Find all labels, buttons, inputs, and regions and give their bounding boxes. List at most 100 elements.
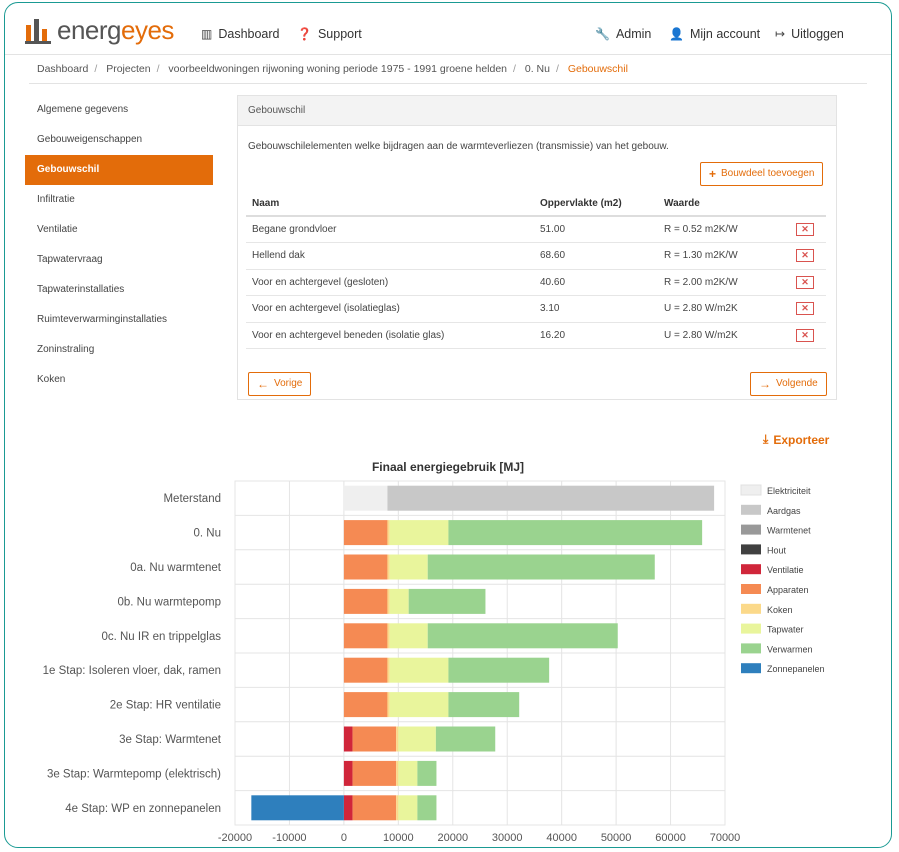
category-label: 2e Stap: HR ventilatie	[110, 700, 221, 712]
row-area: 68.60	[534, 242, 658, 270]
nav-logout-link[interactable]: ↦ Uitloggen	[775, 27, 844, 41]
legend-swatch	[741, 504, 761, 515]
category-label: 0c. Nu IR en trippelglas	[101, 631, 221, 643]
nav-admin-link[interactable]: 🔧 Admin	[595, 27, 651, 41]
x-tick-label: 40000	[546, 832, 577, 844]
bar-segment	[343, 554, 388, 580]
x-tick-label: 30000	[492, 832, 523, 844]
nav-dashboard-label: Dashboard	[218, 27, 280, 41]
breadcrumb-item[interactable]: voorbeeldwoningen rijwoning woning perio…	[168, 63, 507, 75]
row-name: Voor en achtergevel (gesloten)	[246, 269, 534, 296]
legend-label: Apparaten	[767, 585, 809, 595]
row-name: Voor en achtergevel beneden (isolatie gl…	[246, 322, 534, 349]
legend-swatch	[741, 584, 761, 594]
bar-segment	[396, 726, 399, 752]
bouwdelen-table: Naam Oppervlakte (m2) Waarde Begane gron…	[246, 192, 826, 349]
nav-support-label: Support	[317, 27, 362, 41]
bar-segment	[387, 657, 390, 683]
x-tick-label: -10000	[272, 832, 306, 844]
row-name: Voor en achtergevel (isolatieglas)	[246, 295, 534, 323]
category-label: 4e Stap: WP en zonnepanelen	[65, 803, 221, 815]
breadcrumb-active: Gebouwschil	[567, 63, 628, 75]
nav-account-link[interactable]: 👤 Mijn account	[669, 27, 760, 41]
delete-button[interactable]: ✕	[796, 328, 814, 342]
previous-button[interactable]: ← Vorige	[248, 372, 312, 396]
legend-swatch	[741, 643, 761, 654]
breadcrumb: Dashboard / Projecten / voorbeeldwoningen …	[37, 63, 628, 75]
x-tick-label: 20000	[437, 832, 468, 844]
bar-segment	[398, 760, 418, 786]
column-header: Waarde	[658, 192, 790, 217]
column-header: Oppervlakte (m2)	[534, 192, 658, 217]
export-button[interactable]: ⤓ Exporteer	[763, 432, 829, 447]
bar-segment	[251, 795, 344, 821]
legend-swatch	[741, 564, 761, 575]
sidebar-item-gebouwschil[interactable]: Gebouwschil	[25, 155, 213, 185]
breadcrumb-item[interactable]: Dashboard	[37, 63, 88, 75]
x-tick-label: 70000	[710, 832, 741, 844]
row-value: U = 2.80 W/m2K	[658, 295, 790, 323]
sidebar-item-gebouweigenschappen[interactable]: Gebouweigenschappen	[25, 125, 213, 155]
table-row: Hellend dak 68.60 R = 1.30 m2K/W ✕	[246, 242, 826, 270]
sidebar-item-ruimteverwarminginstallaties[interactable]: Ruimteverwarminginstallaties	[25, 305, 213, 335]
sidebar: Algemene gegevens Gebouweigenschappen Ge…	[25, 95, 213, 395]
sidebar-item-algemene-gegevens[interactable]: Algemene gegevens	[25, 95, 213, 125]
sidebar-item-tapwaterinstallaties[interactable]: Tapwaterinstallaties	[25, 275, 213, 305]
delete-button[interactable]: ✕	[796, 223, 814, 236]
next-button[interactable]: → Volgende	[750, 372, 827, 396]
bar-segment	[398, 726, 436, 752]
sidebar-item-ventilatie[interactable]: Ventilatie	[25, 215, 213, 245]
row-value: R = 2.00 m2K/W	[658, 269, 790, 296]
breadcrumb-item[interactable]: 0. Nu	[525, 63, 550, 75]
legend-label: Zonnepanelen	[767, 664, 825, 674]
logout-icon: ↦	[775, 27, 786, 41]
bar-segment	[408, 588, 486, 614]
panel-title: Gebouwschil	[238, 96, 836, 126]
delete-button[interactable]: ✕	[796, 275, 814, 289]
logo-text-part1: energ	[57, 15, 122, 45]
bar-segment	[352, 726, 397, 752]
energy-usage-chart: -20000 -10000 0 10000 20000 30000 40000 50000 60…	[43, 460, 825, 844]
sidebar-item-koken[interactable]: Koken	[25, 365, 213, 395]
add-bouwdeel-button[interactable]: + Bouwdeel toevoegen	[700, 162, 824, 186]
row-name: Hellend dak	[246, 242, 534, 270]
bar-segment	[448, 520, 703, 546]
bar-segment	[343, 692, 388, 718]
delete-button[interactable]: ✕	[796, 302, 814, 316]
sidebar-item-infiltratie[interactable]: Infiltratie	[25, 185, 213, 215]
bar-segment	[448, 657, 550, 683]
sidebar-item-zoninstraling[interactable]: Zoninstraling	[25, 335, 213, 365]
bar-segment	[343, 520, 388, 546]
bar-segment	[389, 692, 449, 718]
category-label: 0b. Nu warmtepomp	[117, 596, 221, 608]
breadcrumb-item[interactable]: Projecten	[106, 63, 150, 75]
bar-segment	[343, 588, 388, 614]
category-label: 3e Stap: Warmtenet	[119, 734, 222, 746]
nav-support-link[interactable]: ❓ Support	[297, 27, 362, 41]
legend-label: Elektriciteit	[767, 486, 811, 496]
next-label: Volgende	[776, 378, 818, 389]
app-window: energeyes ▥ Dashboard ❓ Support 🔧 Admin …	[4, 2, 892, 848]
logo-text-part2: eyes	[121, 15, 174, 45]
nav-account-label: Mijn account	[689, 27, 761, 41]
bar-segment	[389, 588, 409, 614]
bar-segment	[396, 795, 399, 821]
bar-segment	[389, 554, 428, 580]
logo[interactable]: energeyes	[25, 15, 174, 46]
nav-dashboard-link[interactable]: ▥ Dashboard	[201, 27, 280, 41]
table-header-row: Naam Oppervlakte (m2) Waarde	[246, 192, 826, 217]
bar-segment	[417, 795, 437, 821]
bar-segment	[343, 760, 353, 786]
bar-segment	[389, 657, 449, 683]
user-icon: 👤	[669, 27, 684, 41]
sidebar-item-tapwatervraag[interactable]: Tapwatervraag	[25, 245, 213, 275]
delete-button[interactable]: ✕	[796, 249, 814, 263]
row-area: 40.60	[534, 269, 658, 296]
bar-segment	[387, 554, 390, 580]
legend-label: Koken	[767, 605, 793, 615]
table-row: Voor en achtergevel (isolatieglas) 3.10 …	[246, 295, 826, 323]
bar-segment	[435, 726, 496, 752]
category-label: 3e Stap: Warmtepomp (elektrisch)	[47, 768, 221, 780]
arrow-left-icon: ←	[257, 377, 269, 391]
row-area: 16.20	[534, 322, 658, 349]
